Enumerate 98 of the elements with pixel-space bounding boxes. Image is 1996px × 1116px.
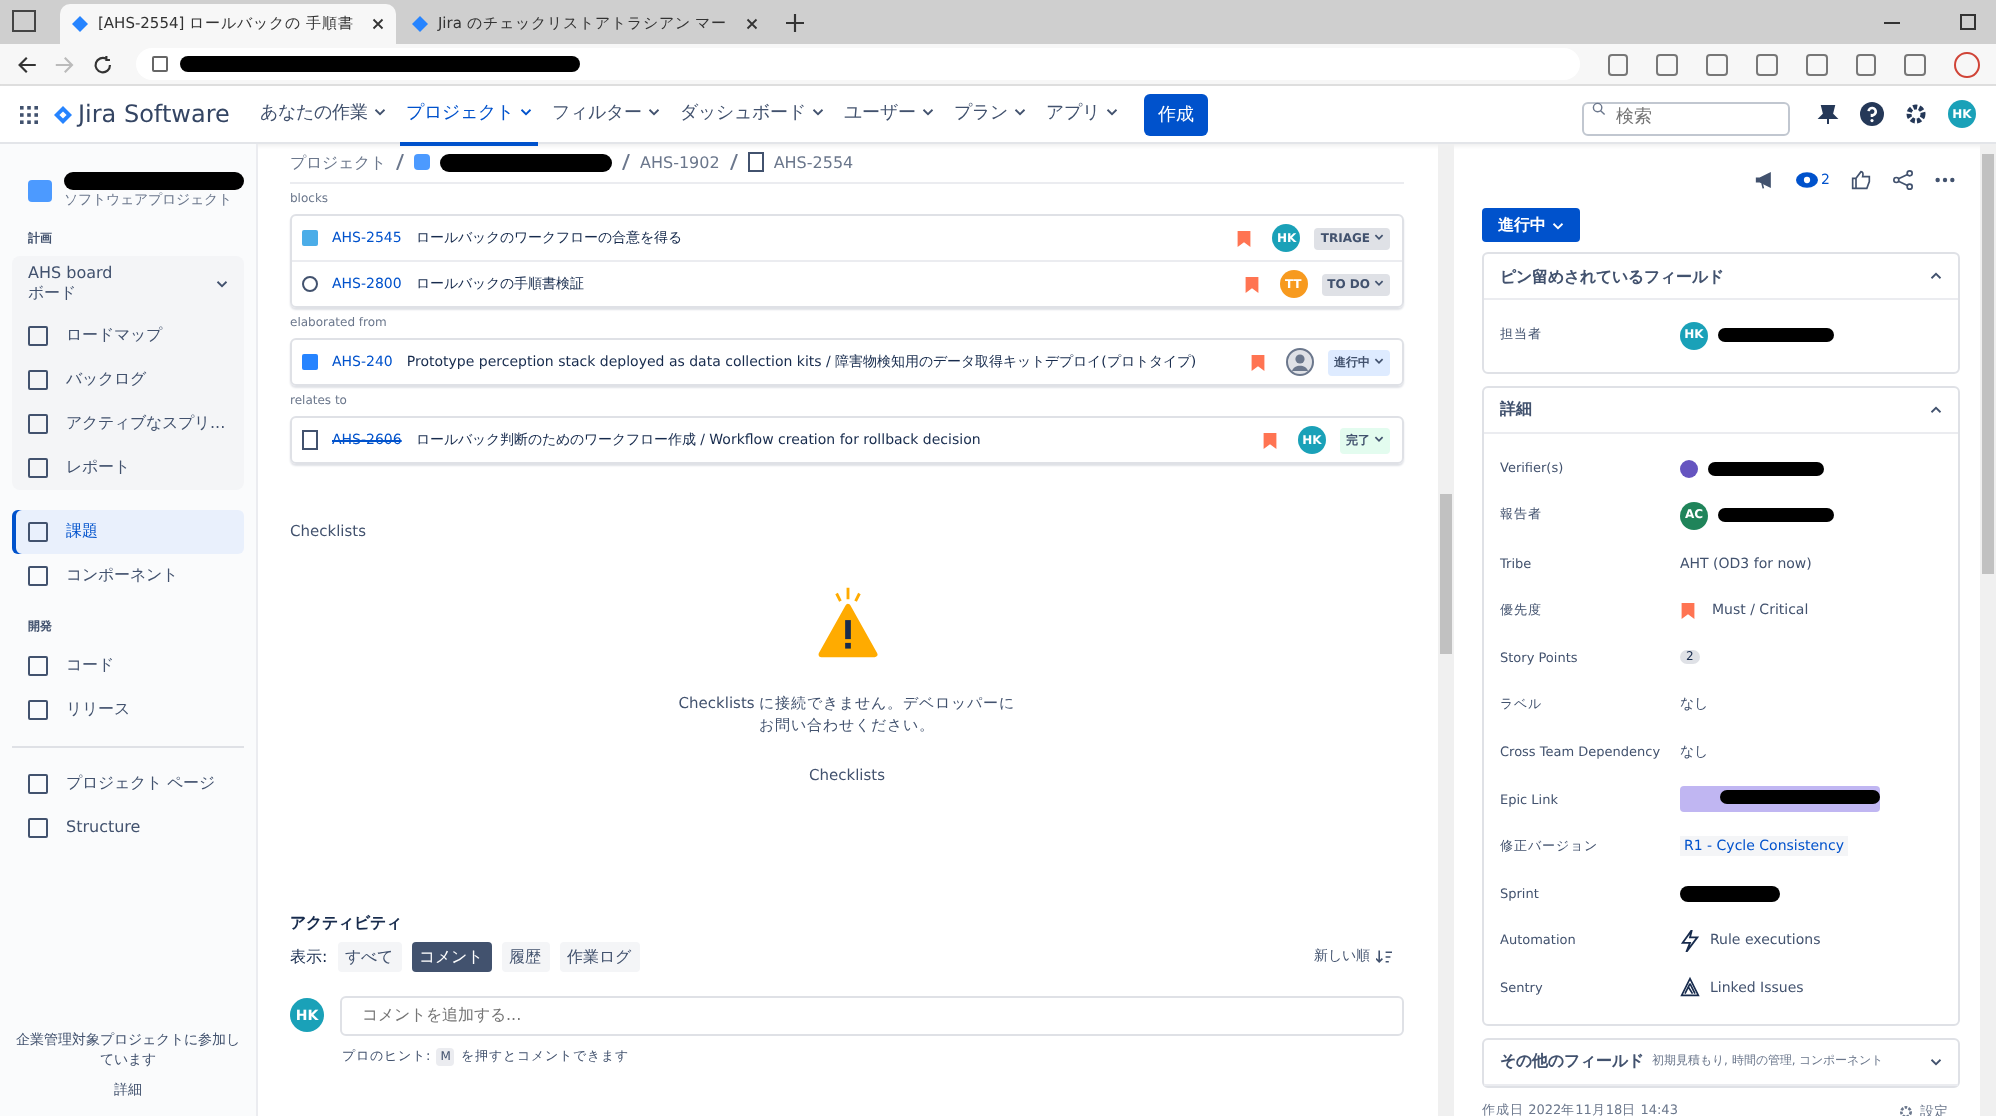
breadcrumb-link[interactable]: AHS-2554 [773,153,854,171]
close-icon[interactable] [371,18,384,30]
sidebar-item[interactable]: アクティブなスプリ... [12,401,244,446]
address-bar[interactable] [136,48,1580,80]
comment-field[interactable]: コメントを追加する... [340,995,1404,1035]
issue-type-icon [302,430,318,450]
nav-menu-item[interactable]: ダッシュボード [673,83,830,145]
chevron-icon[interactable] [1930,405,1942,414]
chevron-down-icon [216,280,228,289]
priority-icon [1680,601,1696,620]
nav-menu-item[interactable]: あなたの作業 [253,83,392,145]
sidebar-item[interactable]: バックログ [12,357,244,402]
scrollbar[interactable] [1438,144,1454,1116]
thumbs-up-icon[interactable] [1850,170,1872,190]
filter-button[interactable]: 作業ログ [559,941,640,971]
help-icon[interactable] [1860,102,1884,126]
issue-type-icon [302,230,318,246]
sidebar-item[interactable]: プロジェクト ページ [12,761,244,806]
nav-menu-item[interactable]: プロジェクト [399,83,538,145]
nav-menu-item[interactable]: フィルター [545,83,666,145]
chevron-down-icon [519,108,532,117]
chevron-down-icon [373,108,386,117]
sidebar-item[interactable]: コンポーネント [12,553,244,598]
board-selector[interactable]: AHS board ボード [12,256,244,314]
issue-type-icon [302,276,318,292]
logo-icon [54,105,72,123]
search-field[interactable]: 検索 [1582,101,1790,136]
chevron-down-icon [811,108,824,117]
sidebar-item[interactable]: レポート [12,445,244,490]
priority-icon [1236,229,1253,247]
status-button[interactable]: 進行中 [1482,208,1580,242]
project-icon [414,154,430,170]
separator-icon [729,154,738,170]
section-title: ピン留めされているフィールド [1500,265,1724,287]
project-icon [28,180,52,202]
sidebar-item[interactable]: コード [12,643,244,688]
unassigned-avatar-icon [1286,348,1314,376]
filter-button[interactable]: 履歴 [501,941,550,971]
close-icon[interactable] [745,18,758,30]
breadcrumb-link[interactable]: AHS-1902 [640,153,720,171]
chevron-down-icon [1105,108,1118,117]
stripes-icon [1680,976,1700,999]
sidebar-item[interactable]: ロードマップ [12,313,244,358]
nav-menu-item[interactable]: アプリ [1039,83,1124,145]
back-icon[interactable] [16,53,38,75]
redaction-mark [1718,508,1834,523]
nav-menu-item[interactable]: ユーザー [837,83,940,145]
chevron-down-icon [1374,280,1384,287]
chevron-down-icon [1374,436,1384,443]
section-title: その他のフィールド [1500,1050,1644,1073]
gear-icon [1898,1103,1914,1116]
share-icon[interactable] [1892,170,1914,190]
issue-type-icon [302,354,318,370]
notification-icon[interactable] [1816,102,1840,126]
new-tab-icon[interactable] [785,14,804,32]
diamond-icon [411,16,428,32]
chevron-down-icon [1013,108,1026,117]
settings-icon[interactable] [1904,102,1928,126]
chevron-down-icon [921,108,934,117]
sidebar-item[interactable]: リリース [12,687,244,732]
chevron-icon[interactable] [1930,272,1942,280]
chevron-down-icon [647,108,660,117]
priority-icon [1250,353,1266,371]
filter-button[interactable]: すべて [337,941,402,971]
profile-icon[interactable] [1954,51,1981,77]
sidebar-item[interactable]: Structure [12,805,244,850]
nav-menu-item[interactable]: プラン [947,83,1032,145]
priority-icon [1243,275,1260,293]
diamond-icon [72,16,88,32]
megaphone-icon[interactable] [1753,170,1776,190]
redaction-mark [1680,885,1780,902]
separator-icon [396,154,404,170]
reload-icon[interactable] [91,53,113,75]
create-button[interactable]: 作成 [1143,93,1208,135]
eye-icon[interactable] [1795,170,1818,190]
chevron-down-icon [1374,358,1384,365]
priority-icon [1262,431,1278,449]
search-icon [1592,102,1606,117]
tab-actions-icon[interactable] [12,10,36,32]
redaction-mark [1718,328,1834,343]
show-label: 表示: [290,945,328,967]
separator-icon [622,154,630,170]
lightning-icon [1680,929,1700,952]
chevron-down-icon [1552,221,1564,230]
sort-icon [1376,949,1392,963]
chevron-icon[interactable] [1930,1057,1942,1066]
breadcrumb-link[interactable]: プロジェクト [290,151,386,173]
filter-button[interactable]: コメント [411,941,492,971]
activity-heading: アクティビティ [290,911,404,933]
app-switcher-icon[interactable] [20,105,38,123]
section-title: 詳細 [1500,398,1532,421]
redaction-mark [1708,461,1824,476]
product-name[interactable]: Jira Software [78,100,230,128]
chevron-down-icon [1374,234,1384,241]
restore-icon[interactable] [1960,14,1976,30]
scrollbar[interactable] [1980,144,1996,1116]
epic-lozenge[interactable] [1680,786,1880,813]
sidebar-item[interactable]: 課題 [12,509,244,554]
